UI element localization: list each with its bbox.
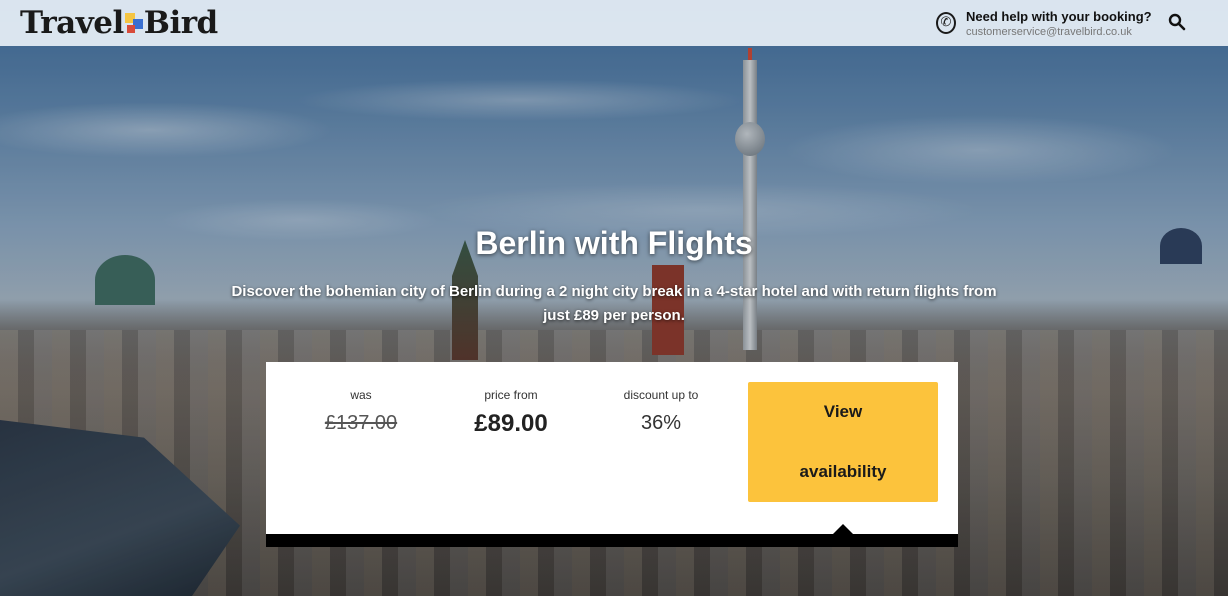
hero-title: Berlin with Flights — [475, 225, 753, 261]
phone-icon: ✆ — [936, 12, 956, 34]
help-email-link[interactable]: customerservice@travelbird.co.uk — [966, 26, 1132, 38]
hero-description: Discover the bohemian city of Berlin dur… — [231, 283, 997, 324]
was-label: was — [350, 388, 372, 402]
logo-text-left: Travel — [20, 5, 124, 41]
price-from-label: price from — [484, 388, 538, 402]
site-header: Travel Bird ✆ Need help with your booking… — [0, 0, 1228, 46]
price-card-bottom-bar — [266, 534, 958, 547]
price-card: was £137.00 price from £89.00 discount u… — [266, 362, 958, 534]
current-price-block: price from £89.00 — [446, 388, 576, 438]
discount-label: discount up to — [623, 388, 699, 402]
travelbird-logo[interactable]: Travel Bird — [20, 6, 218, 40]
view-availability-button[interactable]: View availability — [748, 382, 938, 502]
was-price: £137.00 — [324, 412, 398, 434]
current-price: £89.00 — [474, 410, 548, 437]
logo-bird-icon — [124, 13, 143, 35]
cta-label-line1: View — [823, 402, 863, 421]
help-title: Need help with your booking? — [966, 9, 1152, 24]
logo-text-right: Bird — [143, 5, 219, 41]
cta-pointer-notch — [833, 524, 853, 534]
discount-block: discount up to 36% — [596, 388, 726, 435]
was-price-block: was £137.00 — [296, 388, 426, 435]
cta-label-line2: availability — [799, 462, 887, 481]
discount-value: 36% — [640, 412, 682, 434]
search-icon[interactable] — [1168, 13, 1186, 31]
